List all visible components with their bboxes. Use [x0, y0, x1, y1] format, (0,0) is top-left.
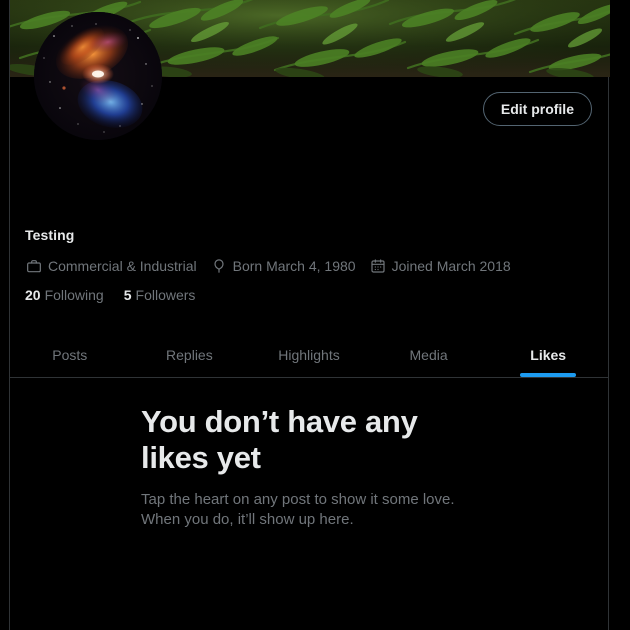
- empty-state-subtitle-line1: Tap the heart on any post to show it som…: [141, 491, 455, 508]
- profile-meta-row: Commercial & Industrial Born March 4, 19…: [25, 257, 593, 275]
- empty-state-subtitle-line2: When you do, it’ll show up here.: [141, 511, 354, 528]
- following-link[interactable]: 20 Following: [25, 287, 104, 303]
- tab-media[interactable]: Media: [369, 333, 489, 377]
- followers-count: 5: [123, 287, 132, 303]
- profile-column: Edit profile Testing Commercial & Indust…: [9, 0, 610, 630]
- empty-state-subtitle: Tap the heart on any post to show it som…: [141, 490, 481, 530]
- followers-label: Followers: [135, 287, 196, 303]
- edit-profile-button[interactable]: Edit profile: [482, 92, 592, 126]
- tab-active-underline: [520, 373, 577, 377]
- tab-replies-label: Replies: [166, 347, 213, 363]
- following-count: 20: [25, 287, 41, 303]
- tab-posts-label: Posts: [52, 347, 88, 363]
- avatar[interactable]: [34, 12, 162, 140]
- profile-counts-row: 20 Following 5 Followers: [25, 287, 593, 303]
- profile-tabs: Posts Replies Highlights Media Likes: [10, 333, 608, 378]
- profile-birthday-label: Born March 4, 1980: [232, 258, 356, 274]
- tab-media-label: Media: [409, 347, 448, 363]
- empty-state-title: You don’t have any likes yet: [141, 404, 418, 475]
- tab-replies[interactable]: Replies: [130, 333, 250, 377]
- followers-link[interactable]: 5 Followers: [124, 287, 196, 303]
- profile-category-label: Commercial & Industrial: [48, 258, 197, 274]
- profile-info: Testing Commercial & Industrial Born Mar…: [25, 226, 593, 303]
- profile-category: Commercial & Industrial: [25, 257, 197, 275]
- following-label: Following: [44, 287, 104, 303]
- tab-highlights-label: Highlights: [278, 347, 340, 363]
- page-title: Testing: [25, 227, 75, 243]
- avatar-image: [34, 12, 162, 140]
- tab-likes[interactable]: Likes: [488, 333, 608, 377]
- profile-birthday: Born March 4, 1980: [210, 257, 356, 275]
- profile-screen: Edit profile Testing Commercial & Indust…: [0, 0, 630, 630]
- calendar-icon: [369, 257, 387, 275]
- profile-joined-label: Joined March 2018: [391, 258, 511, 274]
- tab-posts[interactable]: Posts: [10, 333, 130, 377]
- briefcase-icon: [25, 257, 43, 275]
- empty-state: You don’t have any likes yet Tap the hea…: [141, 404, 481, 530]
- profile-joined: Joined March 2018: [369, 257, 511, 275]
- balloon-icon: [210, 257, 228, 275]
- tab-likes-label: Likes: [530, 347, 567, 363]
- tab-highlights[interactable]: Highlights: [249, 333, 369, 377]
